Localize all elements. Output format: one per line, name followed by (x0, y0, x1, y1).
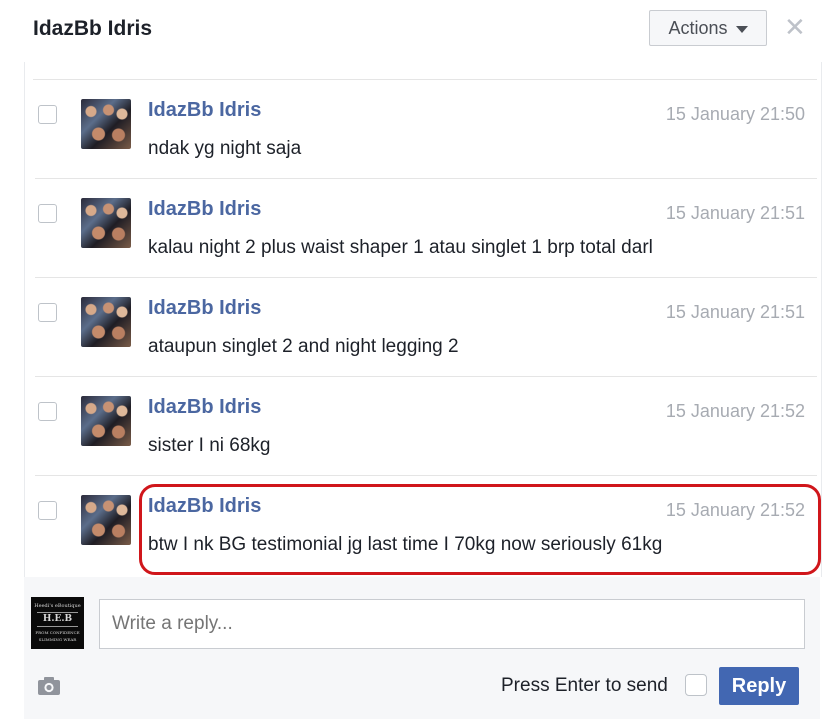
message-text: ndak yg night saja (148, 138, 302, 159)
page-avatar-text: H.E.B (37, 612, 78, 627)
message-time: 15 January 21:50 (665, 104, 805, 124)
message-text: kalau night 2 plus waist shaper 1 atau s… (148, 237, 653, 258)
message-item: IdazBb Idris 15 January 21:51 ataupun si… (25, 278, 821, 377)
message-time: 15 January 21:51 (665, 203, 805, 223)
avatar[interactable] (81, 297, 131, 347)
page-avatar-text: FROM CONFIDENCE (35, 630, 80, 635)
chevron-down-icon (735, 25, 748, 33)
message-text: sister I ni 68kg (148, 435, 271, 456)
avatar[interactable] (81, 396, 131, 446)
page-avatar-text: SLIMMING WEAR (38, 637, 77, 642)
press-enter-checkbox[interactable] (685, 674, 707, 696)
page-avatar-text: Heedi's eBoutique (34, 603, 81, 609)
conversation-title: IdazBb Idris (33, 17, 153, 40)
page-avatar: Heedi's eBoutique H.E.B FROM CONFIDENCE … (31, 597, 84, 649)
message-item: IdazBb Idris 15 January 21:51 kalau nigh… (25, 179, 821, 278)
message-item: IdazBb Idris 15 January 21:50 ndak yg ni… (25, 80, 821, 179)
sender-name[interactable]: IdazBb Idris (148, 297, 261, 320)
message-text: ataupun singlet 2 and night legging 2 (148, 336, 459, 357)
avatar[interactable] (81, 198, 131, 248)
camera-icon[interactable] (37, 676, 61, 696)
actions-button[interactable]: Actions (649, 10, 767, 46)
actions-button-label: Actions (668, 17, 728, 38)
reply-input[interactable] (99, 599, 805, 649)
avatar[interactable] (81, 495, 131, 545)
message-checkbox[interactable] (38, 204, 57, 223)
message-checkbox[interactable] (38, 105, 57, 124)
message-checkbox[interactable] (38, 402, 57, 421)
message-item: IdazBb Idris 15 January 21:52 sister I n… (25, 377, 821, 476)
close-icon[interactable]: ✕ (784, 14, 806, 40)
reply-button[interactable]: Reply (719, 667, 799, 705)
message-time: 15 January 21:52 (665, 401, 805, 421)
reply-composer: Heedi's eBoutique H.E.B FROM CONFIDENCE … (24, 577, 820, 719)
press-enter-label: Press Enter to send (501, 675, 668, 696)
sender-name[interactable]: IdazBb Idris (148, 99, 261, 122)
conversation-header: IdazBb Idris Actions ✕ (0, 0, 831, 60)
avatar[interactable] (81, 99, 131, 149)
highlight-outline (139, 484, 821, 575)
message-checkbox[interactable] (38, 303, 57, 322)
message-checkbox[interactable] (38, 501, 57, 520)
message-time: 15 January 21:51 (665, 302, 805, 322)
sender-name[interactable]: IdazBb Idris (148, 198, 261, 221)
sender-name[interactable]: IdazBb Idris (148, 396, 261, 419)
